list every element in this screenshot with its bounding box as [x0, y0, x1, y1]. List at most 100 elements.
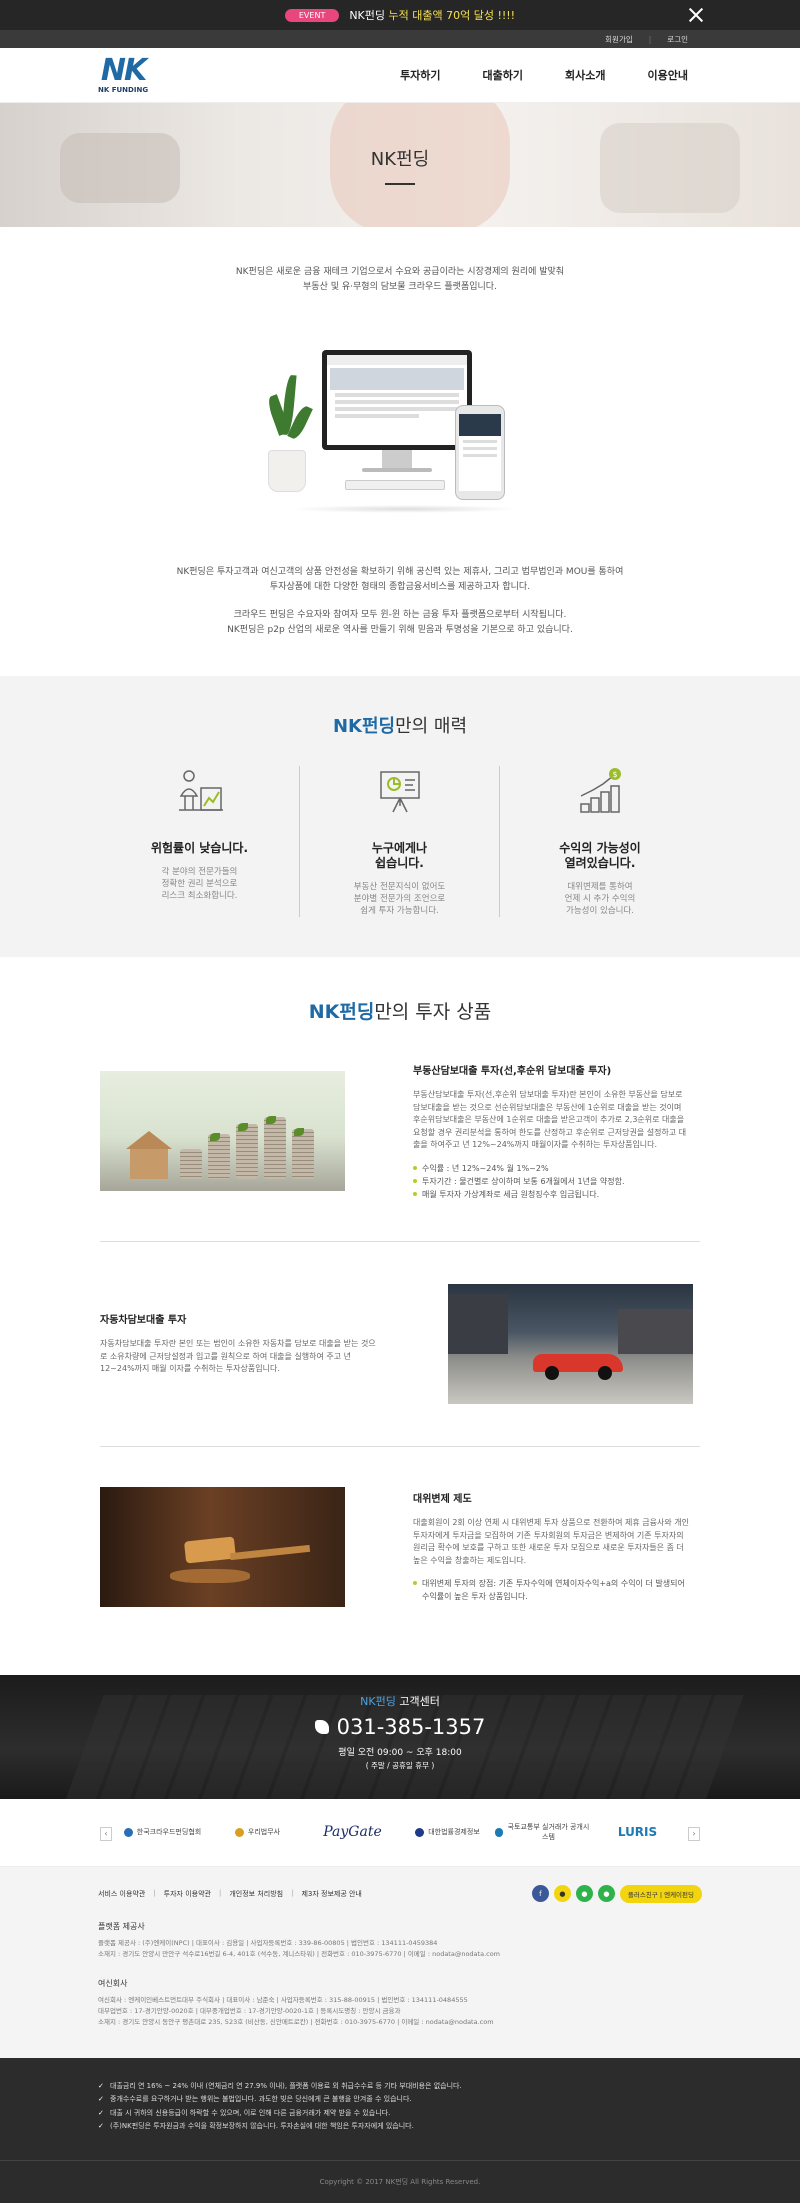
monitor-base	[362, 468, 432, 472]
intro-text: NK펀딩은 투자고객과 여신고객의 상품 안전성을 확보하기 위해 공신력 있는…	[176, 567, 624, 577]
products-section: NK펀딩만의 투자 상품 부동산담보대출 투자(선,후순위 담보대출 투자) 부…	[0, 957, 800, 1675]
intro-text: 크라우드 펀딩은 수요자와 참여자 모두 윈-윈 하는 금융 투자 플랫폼으로부…	[233, 610, 567, 620]
copyright: Copyright © 2017 NK펀딩 All Rights Reserve…	[0, 2160, 800, 2203]
partner-logo[interactable]: PayGate	[305, 1824, 400, 1840]
footer-heading: 여신회사	[98, 1978, 128, 1988]
footer-link[interactable]: 개인정보 처리방침	[229, 1889, 283, 1899]
charm-desc: 대위변제를 통하여	[567, 882, 633, 892]
kakaotalk-icon[interactable]: ●	[553, 1885, 571, 1902]
social-links: f ● ● ● 플러스친구 | 엔케이펀딩	[531, 1884, 702, 1903]
event-text: NK펀딩 누적 대출액 70억 달성 !!!!	[349, 9, 516, 22]
charm-desc: 각 분야의 전문가들의	[161, 867, 238, 877]
nav-loan[interactable]: 대출하기	[483, 67, 523, 83]
prev-arrow-icon[interactable]: ‹	[100, 1826, 112, 1841]
product-item: 자동차담보대출 투자 자동차담보대출 투자란 본인 또는 법인이 소유한 자동차…	[100, 1242, 700, 1447]
title-underline	[385, 183, 415, 185]
footer-info: 소재지 : 경기도 안양시 만안구 석수로16번길 6-4, 401호 (석수동…	[98, 1949, 501, 1958]
product-name: 부동산담보대출 투자(선,후순위 담보대출 투자)	[413, 1066, 612, 1077]
intro-text: NK펀딩은 새로운 금융 재테크 기업으로서 수요와 공급이라는 시장경제의 원…	[235, 267, 565, 277]
product-bullet: 투자기간 : 물건별로 상이하며 보통 6개월에서 1년을 약정함.	[413, 1175, 691, 1188]
charm-desc: 부동산 전문지식이 없어도	[353, 882, 446, 892]
gavel-image	[100, 1486, 345, 1607]
charm-section: NK펀딩만의 매력 위험률이 낮습니다. 각 분야의 전문가들의 정확한 권리 …	[0, 676, 800, 957]
charm-item: $ 수익의 가능성이 열려있습니다. 대위변제를 통하여 언제 시 추가 수익의…	[500, 766, 700, 917]
notice-item: (주)NK펀딩은 투자원금과 수익을 확정보장하지 않습니다. 투자손실에 대한…	[98, 2120, 702, 2134]
cs-title: NK펀딩 고객센터	[360, 1694, 440, 1708]
event-banner[interactable]: EVENT NK펀딩 누적 대출액 70억 달성 !!!!	[0, 0, 800, 30]
footer-heading: 플랫폼 제공사	[98, 1921, 145, 1931]
charm-desc: 가능성이 있습니다.	[566, 906, 634, 916]
footer-link[interactable]: 투자자 이용약관	[164, 1889, 211, 1899]
footer-links: 서비스 이용약관 | 투자자 이용약관 | 개인정보 처리방침 | 제3자 정보제공 …	[98, 1888, 362, 1899]
notice-item: 대출금리 연 16% ~ 24% 이내 (연체금리 연 27.9% 이내), 플…	[98, 2080, 702, 2094]
coins-house-image	[100, 1071, 345, 1192]
hero-bg-shape	[60, 133, 180, 203]
hero-bg-shape	[600, 123, 740, 213]
partner-logo[interactable]: LURIS	[590, 1825, 685, 1839]
nav-guide[interactable]: 이용안내	[648, 67, 688, 83]
plusfriend-button[interactable]: 플러스친구 | 엔케이펀딩	[619, 1884, 702, 1903]
footer-info: 대부업번호 : 17-경기안양-0020호 | 대부중개업번호 : 17-경기안…	[98, 2006, 401, 2015]
plant-pot	[268, 450, 306, 492]
product-item: 대위변제 제도 대출회원이 2회 이상 연체 시 대위변제 투자 상품으로 전환…	[100, 1447, 700, 1675]
footer-link[interactable]: 서비스 이용약관	[98, 1889, 145, 1899]
car-image	[448, 1283, 693, 1404]
site-logo[interactable]: NK NK FUNDING	[98, 53, 149, 95]
product-bullet: 대위변제 투자의 장점: 기존 투자수익에 연체이자수익+a의 수익이 더 발생…	[413, 1577, 691, 1603]
intro-text: 투자상품에 대한 다양한 형태의 종합금융서비스를 제공하고자 합니다.	[269, 582, 531, 592]
shadow	[290, 505, 520, 513]
charm-heading: 위험률이 낮습니다.	[150, 841, 249, 855]
notice-item: 대출 시 귀하의 신용등급이 하락할 수 있으며, 이로 인해 다른 금융거래가…	[98, 2107, 702, 2121]
charm-heading: 쉽습니다.	[375, 856, 424, 870]
page-title: NK펀딩	[370, 149, 430, 170]
partner-logo[interactable]: 우리법무사	[210, 1827, 305, 1837]
section-title: NK펀딩만의 투자 상품	[308, 1001, 492, 1023]
event-badge: EVENT	[284, 8, 340, 22]
logo-text: NK FUNDING	[98, 86, 149, 94]
charm-desc: 리스크 최소화합니다.	[161, 891, 238, 901]
band-icon[interactable]: ●	[597, 1885, 615, 1902]
svg-text:$: $	[612, 770, 617, 779]
next-arrow-icon[interactable]: ›	[688, 1826, 700, 1841]
partners-carousel: ‹ 한국크라우드펀딩협회 우리법무사 PayGate 대한법률경제정보 국토교통…	[0, 1799, 800, 1867]
close-icon[interactable]	[688, 7, 704, 23]
product-name: 자동차담보대출 투자	[100, 1315, 187, 1327]
intro-text: 부동산 및 유·무형의 담보물 크라우드 플랫폼입니다.	[303, 282, 497, 292]
utility-bar: 회원가입 | 로그인	[0, 30, 800, 48]
charm-item: 위험률이 낮습니다. 각 분야의 전문가들의 정확한 권리 분석으로 리스크 최…	[100, 766, 300, 917]
partner-logo[interactable]: 대한법률경제정보	[400, 1827, 495, 1837]
phone-image	[455, 405, 505, 500]
footer-link[interactable]: 제3자 정보제공 안내	[301, 1889, 361, 1899]
devices-illustration	[250, 335, 550, 535]
nav-about[interactable]: 회사소개	[565, 67, 605, 83]
footer-info: 소재지 : 경기도 안양시 동안구 평촌대로 235, 523호 (비산동, 신…	[98, 2017, 494, 2026]
nav-invest[interactable]: 투자하기	[400, 67, 440, 83]
facebook-icon[interactable]: f	[531, 1885, 549, 1902]
footer-info: 여신회사 : 엔케이인베스트먼트대부 주식회사 | 대표이사 : 남준숙 | 사…	[98, 1995, 468, 2004]
growth-coins-icon: $	[580, 768, 621, 813]
product-desc: 자동차담보대출 투자란 본인 또는 법인이 소유한 자동차를 담보로 대출을 받…	[100, 1339, 376, 1374]
partner-logo[interactable]: 한국크라우드펀딩협회	[115, 1827, 210, 1837]
partner-logo[interactable]: 국토교통부 실거래가 공개시스템	[495, 1822, 590, 1842]
charm-heading: 수익의 가능성이	[559, 841, 641, 855]
legal-notice: 대출금리 연 16% ~ 24% 이내 (연체금리 연 27.9% 이내), 플…	[0, 2057, 800, 2161]
keyboard-image	[345, 480, 445, 490]
investor-chart-icon	[178, 770, 223, 811]
join-link[interactable]: 회원가입	[605, 34, 633, 45]
charm-desc: 분야별 전문가의 조언으로	[353, 894, 446, 904]
charm-item: 누구에게나 쉽습니다. 부동산 전문지식이 없어도 분야별 전문가의 조언으로 …	[300, 766, 500, 917]
charm-desc: 정확한 권리 분석으로	[161, 879, 238, 889]
presentation-board-icon	[379, 771, 420, 813]
product-desc: 대출회원이 2회 이상 연체 시 대위변제 투자 상품으로 전환하여 제휴 금융…	[413, 1518, 689, 1565]
product-desc: 부동산담보대출 투자(선,후순위 담보대출 투자)란 본인이 소유한 부동산을 …	[413, 1090, 687, 1149]
section-title: NK펀딩만의 매력	[332, 716, 468, 737]
cs-phone[interactable]: 031-385-1357	[0, 1715, 800, 1739]
logo-mark: NK	[100, 53, 147, 88]
cs-closed: ( 주말 / 공휴일 휴무 )	[365, 1760, 435, 1770]
charm-heading: 열려있습니다.	[564, 856, 636, 870]
product-bullet: 매월 투자자 가상계좌로 세금 원청징수후 입금됩니다.	[413, 1188, 691, 1201]
line-icon[interactable]: ●	[575, 1885, 593, 1902]
login-link[interactable]: 로그인	[667, 34, 688, 45]
hero-banner: NK펀딩	[0, 103, 800, 227]
product-bullet: 수익률 : 년 12%~24% 월 1%~2%	[413, 1162, 691, 1175]
